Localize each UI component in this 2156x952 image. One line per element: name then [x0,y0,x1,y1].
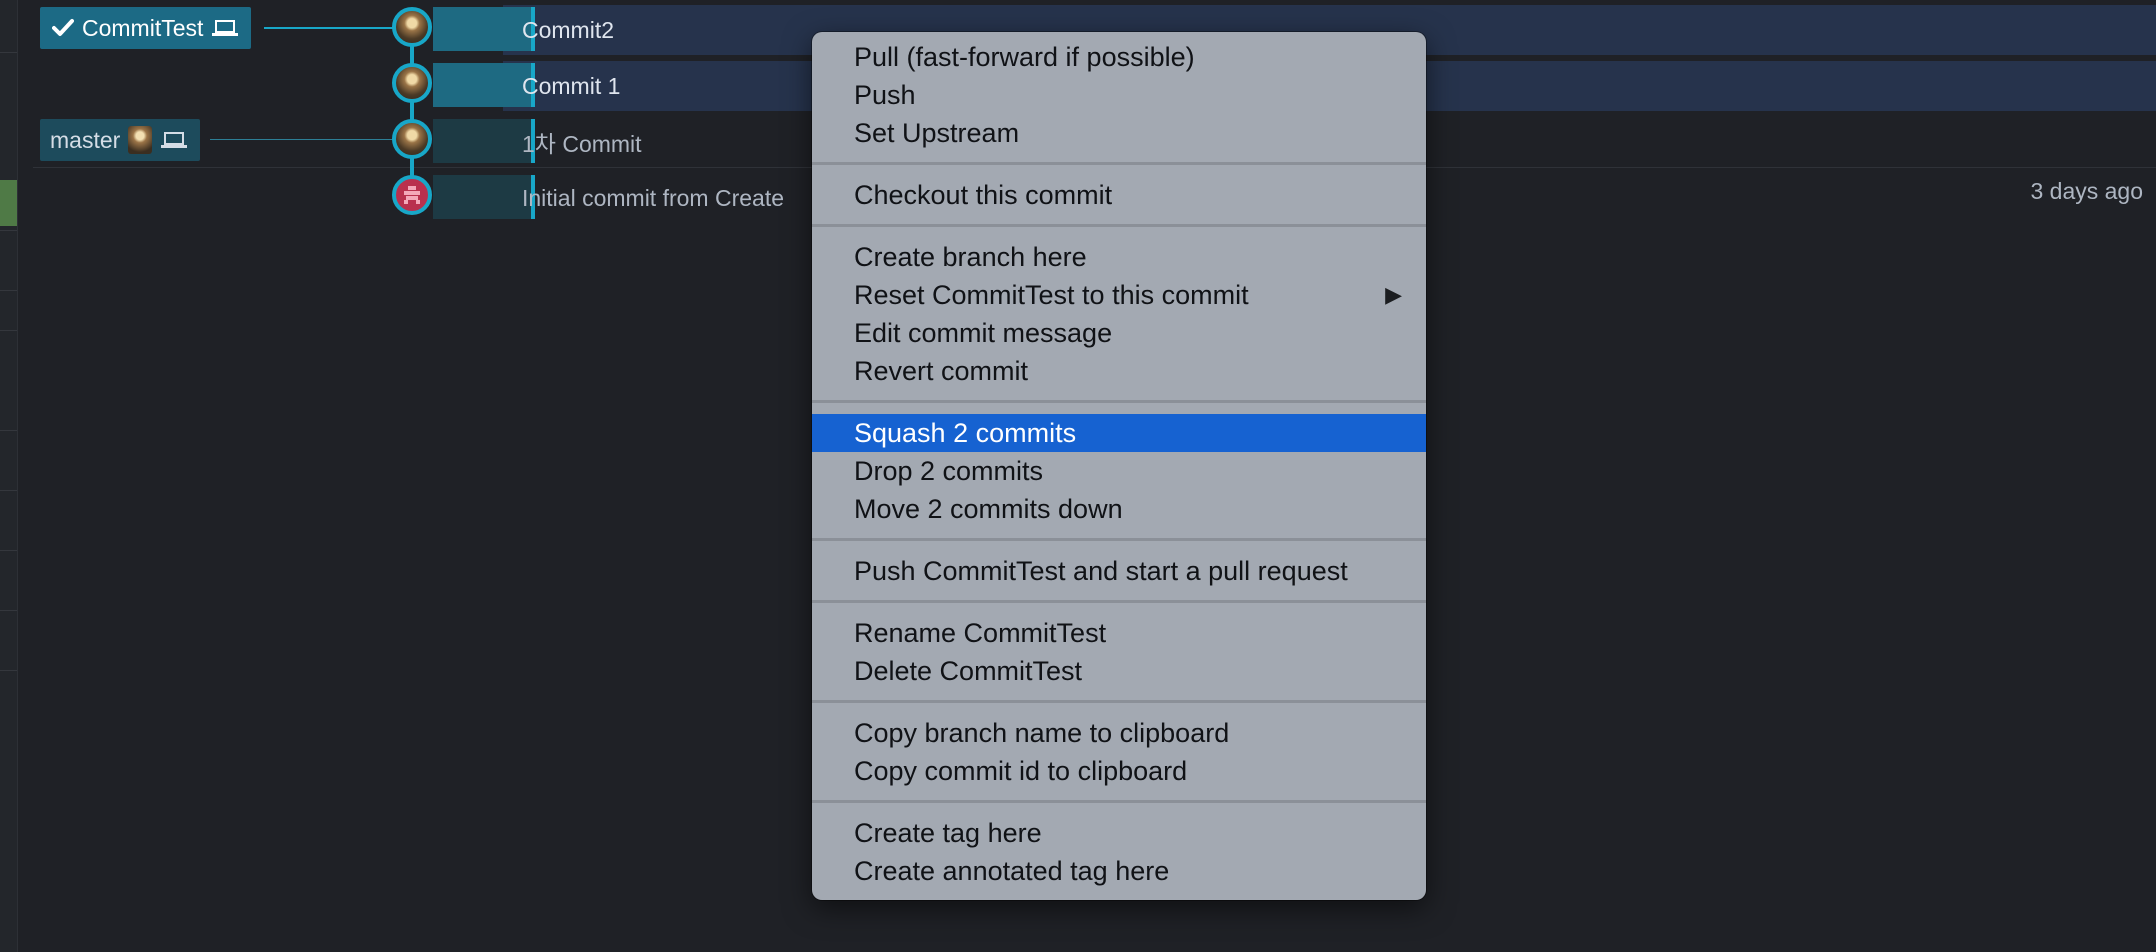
menu-item-push-pull-request[interactable]: Push CommitTest and start a pull request [812,552,1426,590]
commit-context-menu: Pull (fast-forward if possible) Push Set… [812,32,1426,900]
commit-message: Commit2 [522,16,615,43]
menu-item-create-branch[interactable]: Create branch here [812,238,1426,276]
commit-message: 1차 Commit [522,131,642,157]
menu-separator [812,214,1426,238]
git-graph-view: Commit2 Commit 1 1차 Commit Initial commi… [0,0,2156,952]
commit-message: Initial commit from Create [522,184,785,211]
gutter-divider [0,670,17,671]
submenu-arrow-icon: ▶ [1385,282,1402,307]
menu-separator [812,390,1426,414]
commit-author-avatar[interactable] [392,63,432,103]
gutter-divider [0,430,17,431]
avatar-icon [128,126,153,154]
menu-item-create-tag[interactable]: Create tag here [812,814,1426,852]
branch-name: CommitTest [82,14,204,41]
branch-connector [264,27,394,29]
graph-line [410,28,414,196]
branch-connector [210,139,392,140]
gutter-divider [0,330,17,331]
identicon-icon [404,186,420,204]
graph-lane [433,175,535,219]
check-icon [52,19,74,36]
branch-name: master [50,126,121,153]
menu-item-revert-commit[interactable]: Revert commit [812,352,1426,390]
gutter-marker [0,180,17,226]
menu-item-set-upstream[interactable]: Set Upstream [812,114,1426,152]
menu-separator [812,528,1426,552]
gutter-divider [0,290,17,291]
menu-item-edit-commit-message[interactable]: Edit commit message [812,314,1426,352]
gutter-divider [0,610,17,611]
gutter-divider [0,490,17,491]
left-gutter [0,0,18,952]
gutter-divider [0,550,17,551]
commit-author-avatar[interactable] [392,119,432,159]
branch-label-master[interactable]: master [40,119,201,161]
menu-item-rename-branch[interactable]: Rename CommitTest [812,614,1426,652]
menu-item-create-annotated-tag[interactable]: Create annotated tag here [812,852,1426,890]
branch-label-committest[interactable]: CommitTest [40,7,252,49]
menu-item-pull[interactable]: Pull (fast-forward if possible) [812,38,1426,76]
menu-item-push[interactable]: Push [812,76,1426,114]
menu-separator [812,152,1426,176]
graph-lane [433,7,535,51]
menu-item-reset-branch[interactable]: Reset CommitTest to this commit ▶ [812,276,1426,314]
graph-lane [433,119,535,163]
commit-author-avatar[interactable] [392,7,432,47]
commit-date: 3 days ago [2030,178,2143,204]
menu-item-label: Reset CommitTest to this commit [854,280,1249,310]
commit-author-avatar[interactable] [392,175,432,215]
menu-item-copy-commit-id[interactable]: Copy commit id to clipboard [812,752,1426,790]
graph-lane [433,63,535,107]
gutter-divider [0,52,17,53]
gutter-divider [0,230,17,231]
menu-separator [812,790,1426,814]
menu-separator [812,590,1426,614]
menu-separator [812,690,1426,714]
menu-item-move-commits-down[interactable]: Move 2 commits down [812,490,1426,528]
laptop-icon [212,20,239,36]
commit-message: Commit 1 [522,72,621,99]
menu-item-delete-branch[interactable]: Delete CommitTest [812,652,1426,690]
menu-item-drop-commits[interactable]: Drop 2 commits [812,452,1426,490]
menu-item-squash-commits[interactable]: Squash 2 commits [812,414,1426,452]
menu-item-checkout-commit[interactable]: Checkout this commit [812,176,1426,214]
menu-item-copy-branch-name[interactable]: Copy branch name to clipboard [812,714,1426,752]
laptop-icon [161,132,188,148]
